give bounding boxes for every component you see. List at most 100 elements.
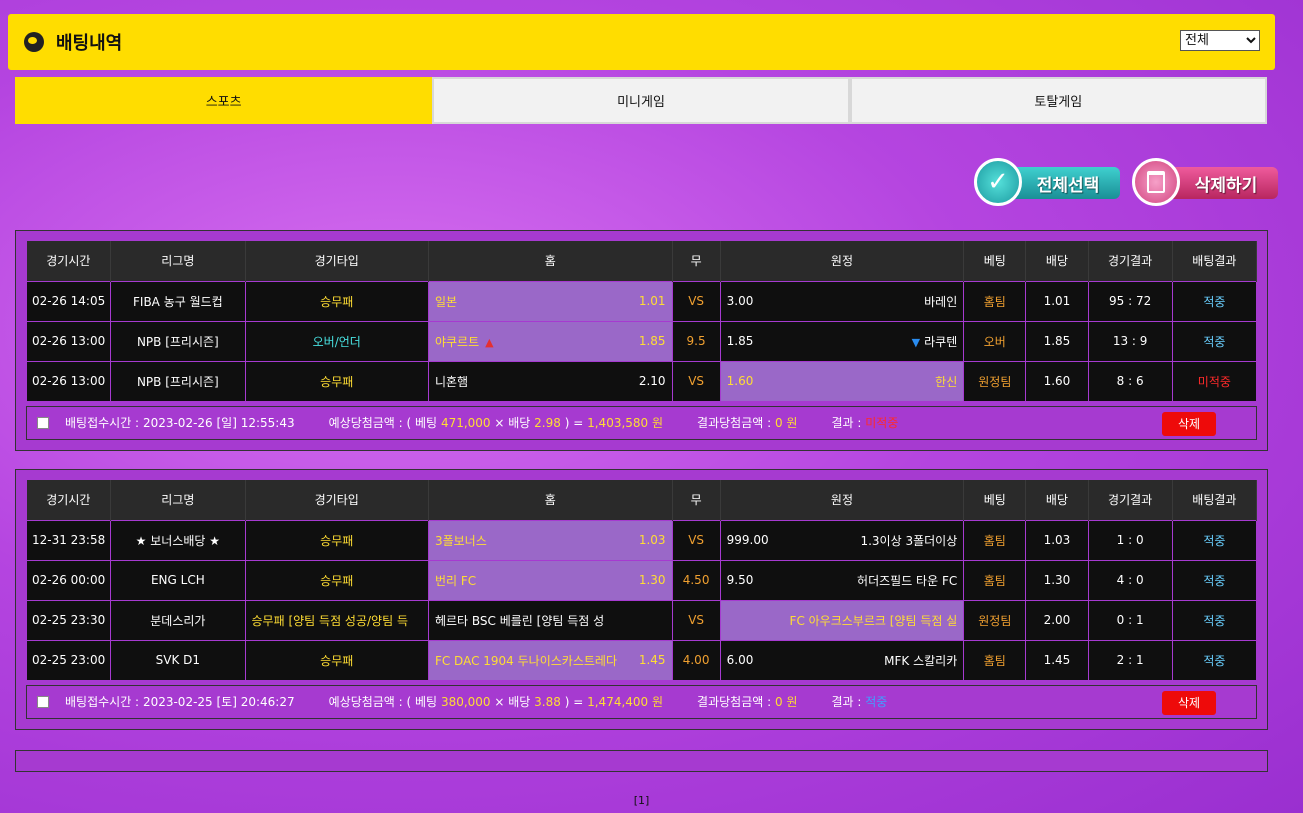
col-header: 리그명 [110, 480, 246, 520]
away-team-cell: 9.50 허더즈필드 타운 FC [719, 559, 965, 601]
slip-checkbox[interactable] [37, 695, 49, 708]
soccer-ball-icon [24, 32, 44, 52]
win-amount: 0 원 [774, 695, 798, 709]
col-header: 경기결과 [1088, 480, 1173, 520]
bet-status: 적중 [1171, 320, 1258, 362]
win-amount-label: 결과당첨금액 : [697, 416, 772, 430]
bet-slip-summary: 배팅접수시간 : 2023-02-26 [일] 12:55:43 예상당첨금액 … [26, 405, 1257, 440]
away-team: 라쿠텐 [924, 334, 958, 349]
table-header-row: 경기시간 리그명 경기타입 홈 무 원정 베팅 배당 경기결과 배팅결과 [26, 480, 1258, 520]
away-team-cell: 1.85 ▼ 라쿠텐 [719, 320, 965, 362]
win-amount: 0 원 [774, 416, 798, 430]
draw-cell: VS [671, 360, 721, 402]
stake-amount: 380,000 [440, 694, 491, 709]
game-tabs: 스포츠 미니게임 토탈게임 [15, 77, 1267, 124]
bottom-bar [15, 750, 1268, 772]
bet-filter-select[interactable]: 전체 [1180, 30, 1260, 51]
league-name: ENG LCH [110, 559, 246, 601]
game-type: 승무패 [244, 559, 429, 601]
game-type: 승무패 [양팀 득점 성공/양팀 득 [244, 599, 429, 641]
bet-pick: 원정팀 [963, 599, 1027, 641]
slip-checkbox[interactable] [37, 416, 49, 429]
table-row: 02-26 14:05 FIBA 농구 월드컵 승무패 일본 1.01 VS 3.… [25, 280, 1258, 322]
times-label: × 배당 [494, 416, 531, 430]
away-team-cell: FC 아우크스부르크 [양팀 득점 실 [719, 599, 965, 641]
game-type: 승무패 [244, 519, 429, 561]
col-header: 배당 [1025, 241, 1089, 281]
bet-status: 적중 [1171, 280, 1258, 322]
bet-odds: 1.85 [1025, 320, 1089, 362]
col-header: 경기타입 [245, 241, 429, 281]
bet-slip-summary: 배팅접수시간 : 2023-02-25 [토] 20:46:27 예상당첨금액 … [26, 684, 1257, 719]
col-header: 배당 [1025, 480, 1089, 520]
receipt-time-label: 배팅접수시간 : [65, 416, 140, 430]
bet-slip: 경기시간 리그명 경기타입 홈 무 원정 베팅 배당 경기결과 배팅결과 12-… [15, 469, 1268, 730]
result-label: 결과 : [831, 416, 862, 430]
delete-selected-button[interactable]: 삭제하기 [1132, 158, 1278, 206]
match-time: 02-26 00:00 [25, 559, 112, 601]
draw-cell: VS [671, 280, 721, 322]
home-team: 일본 [434, 294, 458, 309]
away-odds: 9.50 [726, 573, 754, 587]
checkmark-icon: ✓ [974, 158, 1022, 206]
home-odds: 1.30 [638, 573, 666, 587]
result-value: 미적중 [865, 416, 899, 430]
result-label: 결과 : [831, 695, 862, 709]
page-link[interactable]: [1] [634, 794, 650, 807]
game-type: 승무패 [244, 639, 429, 681]
league-name: FIBA 농구 월드컵 [110, 280, 246, 322]
delete-slip-button[interactable]: 삭제 [1162, 690, 1216, 715]
col-header: 배팅결과 [1172, 480, 1258, 520]
select-all-button[interactable]: 전체선택 ✓ [974, 158, 1120, 206]
equals-label: ) = [564, 415, 584, 430]
draw-cell: VS [671, 599, 721, 641]
home-team-cell: 3폴보너스 1.03 [427, 519, 673, 561]
col-header: 홈 [428, 480, 673, 520]
col-header: 경기타입 [245, 480, 429, 520]
home-odds: 2.10 [638, 374, 666, 388]
home-odds: 1.03 [638, 533, 666, 547]
tab-minigame[interactable]: 미니게임 [432, 77, 850, 124]
col-header: 경기시간 [26, 480, 112, 520]
receipt-time: 2023-02-26 [일] 12:55:43 [142, 416, 295, 430]
bet-odds: 1.01 [1025, 280, 1089, 322]
arrow-up-icon: ▲ [485, 335, 494, 349]
col-header: 배팅결과 [1172, 241, 1258, 281]
home-team-cell: 니혼햄 2.10 [427, 360, 673, 402]
away-team-cell: 999.00 1.3이상 3폴더이상 [719, 519, 965, 561]
home-team-cell: 번리 FC 1.30 [427, 559, 673, 601]
away-odds: 3.00 [726, 294, 754, 308]
tab-sports[interactable]: 스포츠 [15, 77, 433, 124]
away-team-cell: 3.00 바레인 [719, 280, 965, 322]
table-header-row: 경기시간 리그명 경기타입 홈 무 원정 베팅 배당 경기결과 배팅결과 [26, 241, 1258, 281]
match-score: 8 : 6 [1087, 360, 1173, 402]
bet-slip: 경기시간 리그명 경기타입 홈 무 원정 베팅 배당 경기결과 배팅결과 02-… [15, 230, 1268, 451]
bet-odds: 1.03 [1025, 519, 1089, 561]
draw-cell: VS [671, 519, 721, 561]
expected-label: 예상당첨금액 : ( 베팅 [328, 695, 438, 709]
home-team: 야쿠르트 [434, 334, 480, 349]
bet-table: 경기시간 리그명 경기타입 홈 무 원정 베팅 배당 경기결과 배팅결과 02-… [25, 241, 1258, 402]
table-row: 02-25 23:30 분데스리가 승무패 [양팀 득점 성공/양팀 득 헤르타… [25, 599, 1258, 641]
col-header: 리그명 [110, 241, 246, 281]
times-label: × 배당 [494, 695, 531, 709]
table-row: 02-26 13:00 NPB [프리시즌] 오버/언더 야쿠르트 ▲ 1.85 9… [25, 320, 1258, 362]
match-score: 4 : 0 [1087, 559, 1173, 601]
home-team: 헤르타 BSC 베를린 [양팀 득점 성 [434, 613, 605, 628]
col-header: 경기시간 [26, 241, 112, 281]
home-team: 번리 FC [434, 573, 477, 588]
match-time: 02-26 14:05 [25, 280, 112, 322]
expected-label: 예상당첨금액 : ( 베팅 [328, 416, 438, 430]
away-team: MFK 스칼리카 [884, 653, 958, 668]
match-time: 02-25 23:30 [25, 599, 112, 641]
win-amount-label: 결과당첨금액 : [697, 695, 772, 709]
delete-slip-button[interactable]: 삭제 [1162, 411, 1216, 436]
bet-odds: 1.30 [1025, 559, 1089, 601]
col-header: 경기결과 [1088, 241, 1173, 281]
home-team: 니혼햄 [434, 374, 469, 389]
table-row: 02-26 13:00 NPB [프리시즌] 승무패 니혼햄 2.10 VS 1.… [25, 360, 1258, 402]
tab-totalgame[interactable]: 토탈게임 [849, 77, 1267, 124]
page-header: 배팅내역 전체 [8, 14, 1275, 70]
match-time: 02-26 13:00 [25, 360, 112, 402]
draw-cell: 4.50 [671, 559, 721, 601]
